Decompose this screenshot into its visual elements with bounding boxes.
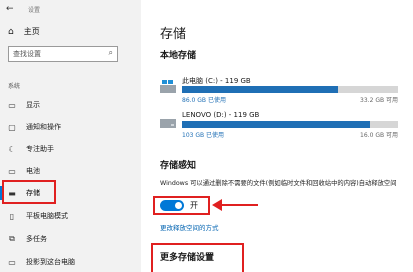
sidebar-item-label: 电池 [26, 167, 40, 175]
storage-sense-description: Windows 可以通过删除不需要的文件(例如临时文件和回收站中的内容)自动释放… [160, 180, 397, 187]
sidebar-item-home[interactable]: ⌂ 主页 [8, 26, 40, 37]
sidebar-item-tablet-mode[interactable]: ▯ 平板电脑模式 [8, 211, 68, 221]
sidebar-item-label: 专注助手 [26, 145, 54, 153]
storage-sense-toggle[interactable] [160, 200, 184, 211]
drive-used: 86.0 GB 已使用 [182, 97, 226, 104]
sidebar-item-multitasking[interactable]: ⧉ 多任务 [8, 234, 47, 244]
sidebar-item-label: 主页 [23, 27, 40, 36]
sidebar-item-focus-assist[interactable]: ☾ 专注助手 [8, 144, 54, 154]
drive-usage-bar [182, 121, 398, 128]
sidebar-item-label: 显示 [26, 101, 40, 109]
drive-d[interactable]: LENOVO (D:) - 119 GB 103 GB 已使用 16.0 GB … [160, 111, 400, 141]
sidebar-item-label: 通知和操作 [26, 123, 61, 131]
moon-icon: ☾ [8, 144, 16, 154]
drive-c[interactable]: 此电脑 (C:) - 119 GB 86.0 GB 已使用 33.2 GB 可用 [160, 76, 400, 106]
back-arrow-icon[interactable]: ← [6, 4, 14, 14]
notifications-icon: ▢ [8, 122, 16, 132]
search-icon: ⌕ [108, 48, 113, 57]
drive-icon [160, 119, 176, 128]
drive-used: 103 GB 已使用 [182, 132, 225, 139]
drive-name: 此电脑 (C:) - 119 GB [182, 77, 251, 85]
drive-usage-fill [182, 121, 370, 128]
more-storage-settings-heading: 更多存储设置 [160, 253, 215, 263]
sidebar-item-label: 多任务 [26, 235, 47, 243]
annotation-box-storage [2, 180, 56, 204]
sidebar-item-label: 投影到这台电脑 [26, 258, 75, 266]
drive-usage-bar [182, 86, 398, 93]
storage-sense-heading: 存储感知 [160, 161, 197, 171]
page-title: 存储 [160, 27, 187, 42]
drive-name: LENOVO (D:) - 119 GB [182, 111, 260, 119]
display-icon: ▭ [8, 100, 16, 110]
sidebar: ← 设置 ⌂ 主页 查找设置 ⌕ 系统 ▭ 显示 ▢ 通知和操作 ☾ 专注助手 … [0, 0, 141, 272]
project-icon: ▭ [8, 257, 16, 267]
local-storage-heading: 本地存储 [160, 51, 197, 61]
drive-free: 16.0 GB 可用 [360, 132, 398, 139]
sidebar-item-notifications[interactable]: ▢ 通知和操作 [8, 122, 61, 132]
tablet-icon: ▯ [9, 211, 15, 221]
drive-usage-fill [182, 86, 338, 93]
sidebar-item-project[interactable]: ▭ 投影到这台电脑 [8, 257, 75, 267]
multitask-icon: ⧉ [9, 234, 15, 243]
sidebar-item-display[interactable]: ▭ 显示 [8, 100, 40, 110]
search-placeholder: 查找设置 [13, 50, 41, 58]
toggle-label: 开 [190, 201, 198, 210]
drive-windows-icon [160, 80, 176, 93]
sidebar-item-battery[interactable]: ▭ 电池 [8, 166, 40, 176]
section-label: 系统 [8, 83, 21, 90]
change-storage-sense-link[interactable]: 更改释放空间的方式 [160, 222, 219, 232]
toggle-knob [175, 202, 182, 209]
sidebar-item-label: 平板电脑模式 [26, 212, 68, 220]
home-icon: ⌂ [8, 26, 14, 37]
search-input[interactable]: 查找设置 ⌕ [8, 46, 118, 62]
drive-free: 33.2 GB 可用 [360, 97, 398, 104]
window-title: 设置 [28, 7, 41, 14]
annotation-arrow-icon [212, 199, 258, 211]
battery-icon: ▭ [8, 166, 16, 176]
